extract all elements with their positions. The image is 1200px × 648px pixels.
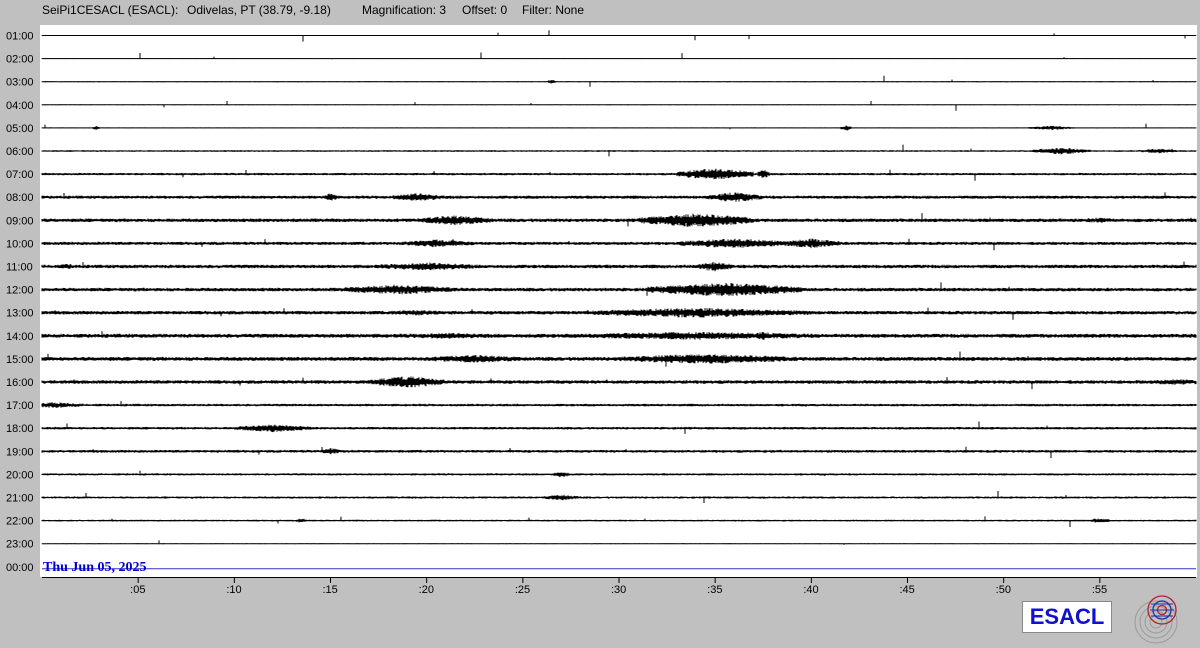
minute-label: :20 bbox=[419, 584, 434, 596]
seismic-trace-1700 bbox=[41, 401, 1197, 408]
hour-label: 00:00 bbox=[6, 562, 34, 574]
esacl-logo: ESACL bbox=[1022, 601, 1112, 633]
hour-label: 13:00 bbox=[6, 308, 34, 320]
seismic-trace-2300 bbox=[41, 540, 1197, 545]
hour-label: 22:00 bbox=[6, 516, 34, 528]
hour-label: 08:00 bbox=[6, 192, 34, 204]
hour-label: 16:00 bbox=[6, 377, 34, 389]
hour-label: 09:00 bbox=[6, 215, 34, 227]
hour-label: 17:00 bbox=[6, 400, 34, 412]
minute-label: :50 bbox=[996, 584, 1011, 596]
hour-label: 11:00 bbox=[6, 262, 33, 274]
seismic-trace-0400 bbox=[41, 101, 1197, 111]
hour-label: 07:00 bbox=[6, 169, 34, 181]
hour-label: 03:00 bbox=[6, 77, 34, 89]
seismic-trace-1900 bbox=[41, 446, 1197, 459]
minute-label: :05 bbox=[130, 584, 145, 596]
minute-label: :10 bbox=[226, 584, 241, 596]
station-emblem-icon bbox=[1134, 595, 1178, 644]
minute-label: :45 bbox=[900, 584, 915, 596]
hour-label: 10:00 bbox=[6, 238, 34, 250]
minute-label: :30 bbox=[611, 584, 626, 596]
minute-label: :55 bbox=[1092, 584, 1107, 596]
seismic-trace-0700 bbox=[41, 168, 1197, 181]
hour-label: 14:00 bbox=[6, 331, 34, 343]
minute-label: :15 bbox=[323, 584, 338, 596]
seismic-trace-1000 bbox=[41, 238, 1197, 251]
hour-label: 02:00 bbox=[6, 54, 34, 66]
helicorder-chart: 01:00 02:00 03:00 04:00 05:00 06:00 07:00 08:00… bbox=[6, 30, 1197, 596]
seismic-trace-1600 bbox=[41, 376, 1197, 390]
seismic-trace-0500 bbox=[41, 123, 1197, 131]
seismic-trace-2000 bbox=[41, 470, 1197, 478]
hour-label: 06:00 bbox=[6, 146, 34, 158]
hour-label: 05:00 bbox=[6, 123, 34, 135]
hour-label: 21:00 bbox=[6, 493, 34, 505]
hour-label: 15:00 bbox=[6, 354, 34, 366]
minute-label: :25 bbox=[515, 584, 530, 596]
hour-label: 01:00 bbox=[6, 31, 34, 43]
seismic-trace-2200 bbox=[41, 516, 1197, 527]
hour-label: 12:00 bbox=[6, 285, 34, 297]
seismic-trace-1300 bbox=[41, 307, 1197, 320]
hour-label: 04:00 bbox=[6, 100, 34, 112]
minute-label: :40 bbox=[803, 584, 818, 596]
hour-label: 23:00 bbox=[6, 539, 34, 551]
hour-label: 18:00 bbox=[6, 423, 34, 435]
hour-label: 19:00 bbox=[6, 446, 34, 458]
hour-label: 20:00 bbox=[6, 469, 34, 481]
date-label: Thu Jun 05, 2025 bbox=[43, 560, 146, 575]
minute-label: :35 bbox=[707, 584, 722, 596]
